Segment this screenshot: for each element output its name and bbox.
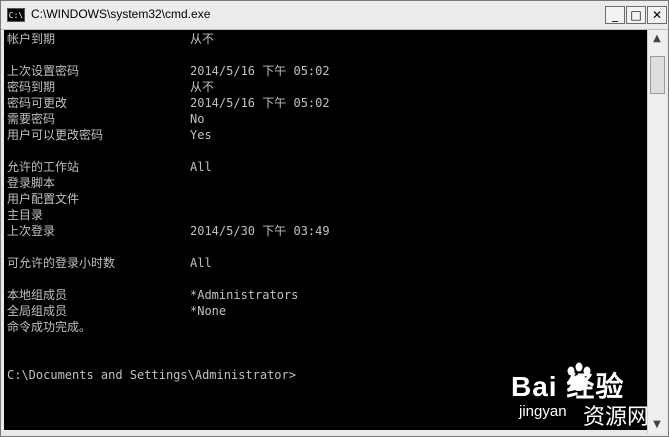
console-line-value: All [190, 256, 212, 270]
console-line-label: 帐户到期 [7, 32, 56, 46]
console-line-label: 用户配置文件 [7, 192, 80, 206]
console-line-value: 从不 [190, 32, 215, 46]
console-line-label: 密码可更改 [7, 96, 68, 110]
console-line-label: 需要密码 [7, 112, 56, 126]
console-line-value: 2014/5/16 下午 05:02 [190, 64, 330, 78]
console-line-value: No [190, 112, 205, 126]
console-line-value: 从不 [190, 80, 215, 94]
title-bar[interactable]: C:\ C:\WINDOWS\system32\cmd.exe _ □ ✕ [1, 1, 668, 30]
console-line-value: *Administrators [190, 288, 299, 302]
cmd-window: C:\ C:\WINDOWS\system32\cmd.exe _ □ ✕ 帐户… [0, 0, 669, 437]
console-line-label: 密码到期 [7, 80, 56, 94]
console-line-label: 本地组成员 [7, 288, 68, 302]
console-line-value: 2014/5/16 下午 05:02 [190, 96, 330, 110]
cmd-app-icon[interactable]: C:\ [7, 8, 25, 22]
console-line-label: 命令成功完成。 [7, 320, 92, 334]
console-line-label: 用户可以更改密码 [7, 128, 104, 142]
console-line-label: 可允许的登录小时数 [7, 256, 116, 270]
close-button[interactable]: ✕ [647, 6, 667, 24]
console-line-value: 2014/5/30 下午 03:49 [190, 224, 330, 238]
console-line-label: 上次登录 [7, 224, 56, 238]
watermark: Bai 经验 jingyan 资源网 [511, 361, 666, 433]
window-title: C:\WINDOWS\system32\cmd.exe [31, 7, 211, 21]
maximize-button[interactable]: □ [626, 6, 646, 24]
minimize-button[interactable]: _ [605, 6, 625, 24]
console-line-value: Yes [190, 128, 212, 142]
scroll-thumb[interactable] [650, 56, 665, 94]
console-line-label: 上次设置密码 [7, 64, 80, 78]
console-line-value: All [190, 160, 212, 174]
console-line-value: *None [190, 304, 227, 318]
console-line-label: 主目录 [7, 208, 44, 222]
console-line-label: 全局组成员 [7, 304, 68, 318]
console-line-label: 登录脚本 [7, 176, 56, 190]
console-line-label: 允许的工作站 [7, 160, 80, 174]
scroll-up-arrow-icon[interactable]: ▲ [648, 30, 666, 48]
watermark-domain: jingyan [519, 403, 567, 420]
console-line-label: C:\Documents and Settings\Administrator> [7, 368, 296, 382]
watermark-site: 资源网 [583, 405, 650, 430]
